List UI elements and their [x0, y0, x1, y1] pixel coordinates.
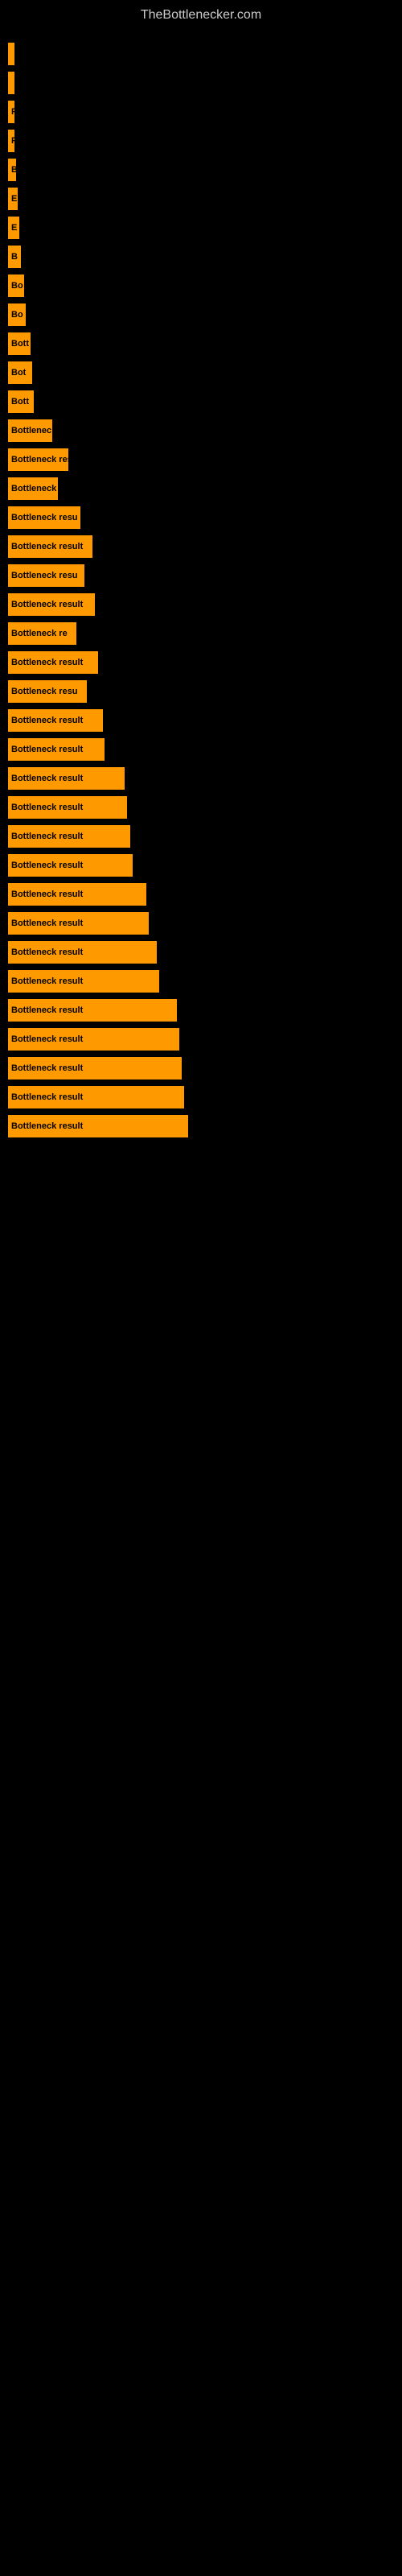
bar-row: Bottleneck result — [8, 767, 394, 790]
bar-row: Bottleneck result — [8, 738, 394, 761]
bar-row: F — [8, 101, 394, 123]
bar-fill-14: Bottlenec — [8, 419, 52, 442]
bar-fill-38: Bottleneck result — [8, 1115, 188, 1137]
bar-fill-32: Bottleneck result — [8, 941, 157, 964]
bar-row: B — [8, 159, 394, 181]
bar-row: Bo — [8, 275, 394, 297]
bar-row: Bottleneck result — [8, 912, 394, 935]
bar-row: Bottleneck result — [8, 941, 394, 964]
site-title: TheBottlenecker.com — [0, 0, 402, 27]
bar-fill-35: Bottleneck result — [8, 1028, 179, 1051]
bar-fill-21: Bottleneck re — [8, 622, 76, 645]
bar-fill-33: Bottleneck result — [8, 970, 159, 993]
bar-row: Bottlenec — [8, 419, 394, 442]
bar-row: Bottleneck result — [8, 651, 394, 674]
bar-fill-2 — [8, 72, 14, 94]
bar-row — [8, 43, 394, 65]
bar-fill-1 — [8, 43, 14, 65]
bar-row: Bot — [8, 361, 394, 384]
bar-row: Bottleneck re — [8, 622, 394, 645]
bar-row: Bott — [8, 332, 394, 355]
bar-row — [8, 72, 394, 94]
bar-fill-28: Bottleneck result — [8, 825, 130, 848]
bar-row: Bottleneck result — [8, 1086, 394, 1108]
bar-fill-30: Bottleneck result — [8, 883, 146, 906]
bar-row: B — [8, 246, 394, 268]
bar-row: Bottleneck res — [8, 448, 394, 471]
bar-fill-37: Bottleneck result — [8, 1086, 184, 1108]
bar-fill-3: F — [8, 101, 14, 123]
bar-fill-11: Bott — [8, 332, 31, 355]
bar-row: Bottleneck result — [8, 709, 394, 732]
bar-fill-7: E — [8, 217, 19, 239]
bar-fill-29: Bottleneck result — [8, 854, 133, 877]
bar-fill-34: Bottleneck result — [8, 999, 177, 1022]
bar-row: Bo — [8, 303, 394, 326]
bar-row: E — [8, 188, 394, 210]
bar-fill-36: Bottleneck result — [8, 1057, 182, 1080]
bar-fill-25: Bottleneck result — [8, 738, 105, 761]
bar-row: Bottleneck resu — [8, 506, 394, 529]
bar-row: Bottleneck result — [8, 593, 394, 616]
bar-fill-6: E — [8, 188, 18, 210]
bars-container: FFBEEBBoBoBottBotBottBottlenecBottleneck… — [0, 27, 402, 1152]
bar-row: Bott — [8, 390, 394, 413]
bar-fill-22: Bottleneck result — [8, 651, 98, 674]
bar-row: Bottleneck result — [8, 1057, 394, 1080]
bar-fill-19: Bottleneck resu — [8, 564, 84, 587]
bar-fill-26: Bottleneck result — [8, 767, 125, 790]
bar-fill-4: F — [8, 130, 14, 152]
bar-fill-8: B — [8, 246, 21, 268]
bar-fill-23: Bottleneck resu — [8, 680, 87, 703]
bar-row: Bottleneck result — [8, 825, 394, 848]
bar-row: Bottleneck result — [8, 883, 394, 906]
bar-row: Bottleneck result — [8, 970, 394, 993]
bar-row: E — [8, 217, 394, 239]
bar-row: Bottleneck result — [8, 796, 394, 819]
bar-fill-10: Bo — [8, 303, 26, 326]
bar-fill-31: Bottleneck result — [8, 912, 149, 935]
bar-row: Bottleneck result — [8, 1028, 394, 1051]
bar-fill-13: Bott — [8, 390, 34, 413]
bar-row: Bottleneck — [8, 477, 394, 500]
bar-fill-18: Bottleneck result — [8, 535, 92, 558]
bar-fill-12: Bot — [8, 361, 32, 384]
bar-fill-5: B — [8, 159, 16, 181]
bar-row: Bottleneck resu — [8, 680, 394, 703]
bar-fill-16: Bottleneck — [8, 477, 58, 500]
bar-fill-20: Bottleneck result — [8, 593, 95, 616]
bar-fill-15: Bottleneck res — [8, 448, 68, 471]
bar-fill-27: Bottleneck result — [8, 796, 127, 819]
bar-row: Bottleneck result — [8, 999, 394, 1022]
bar-row: F — [8, 130, 394, 152]
bar-fill-9: Bo — [8, 275, 24, 297]
bar-row: Bottleneck result — [8, 1115, 394, 1137]
bar-row: Bottleneck result — [8, 854, 394, 877]
bar-row: Bottleneck resu — [8, 564, 394, 587]
bar-fill-17: Bottleneck resu — [8, 506, 80, 529]
bar-fill-24: Bottleneck result — [8, 709, 103, 732]
bar-row: Bottleneck result — [8, 535, 394, 558]
